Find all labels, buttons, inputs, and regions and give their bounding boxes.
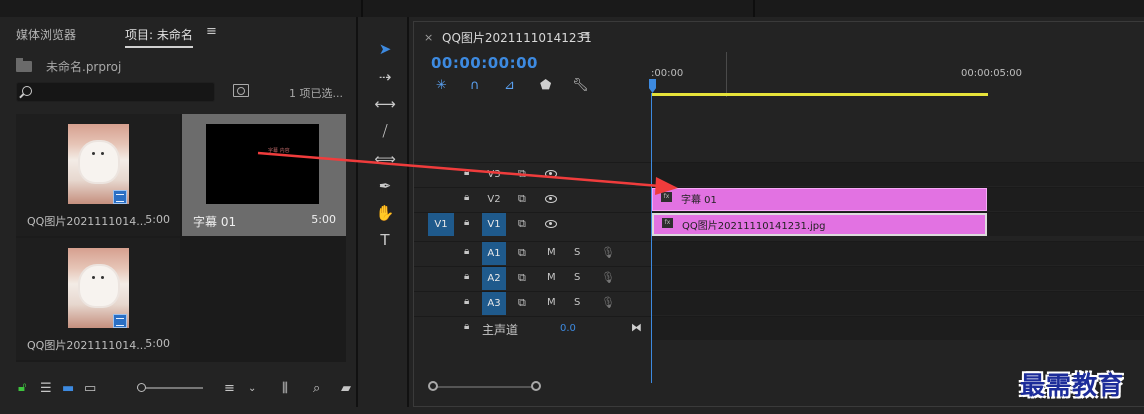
drag-arrow-line xyxy=(257,151,661,188)
watermark: 最需教育 xyxy=(1020,371,1125,400)
drag-arrow-head xyxy=(655,177,678,195)
drag-arrow xyxy=(257,151,678,195)
